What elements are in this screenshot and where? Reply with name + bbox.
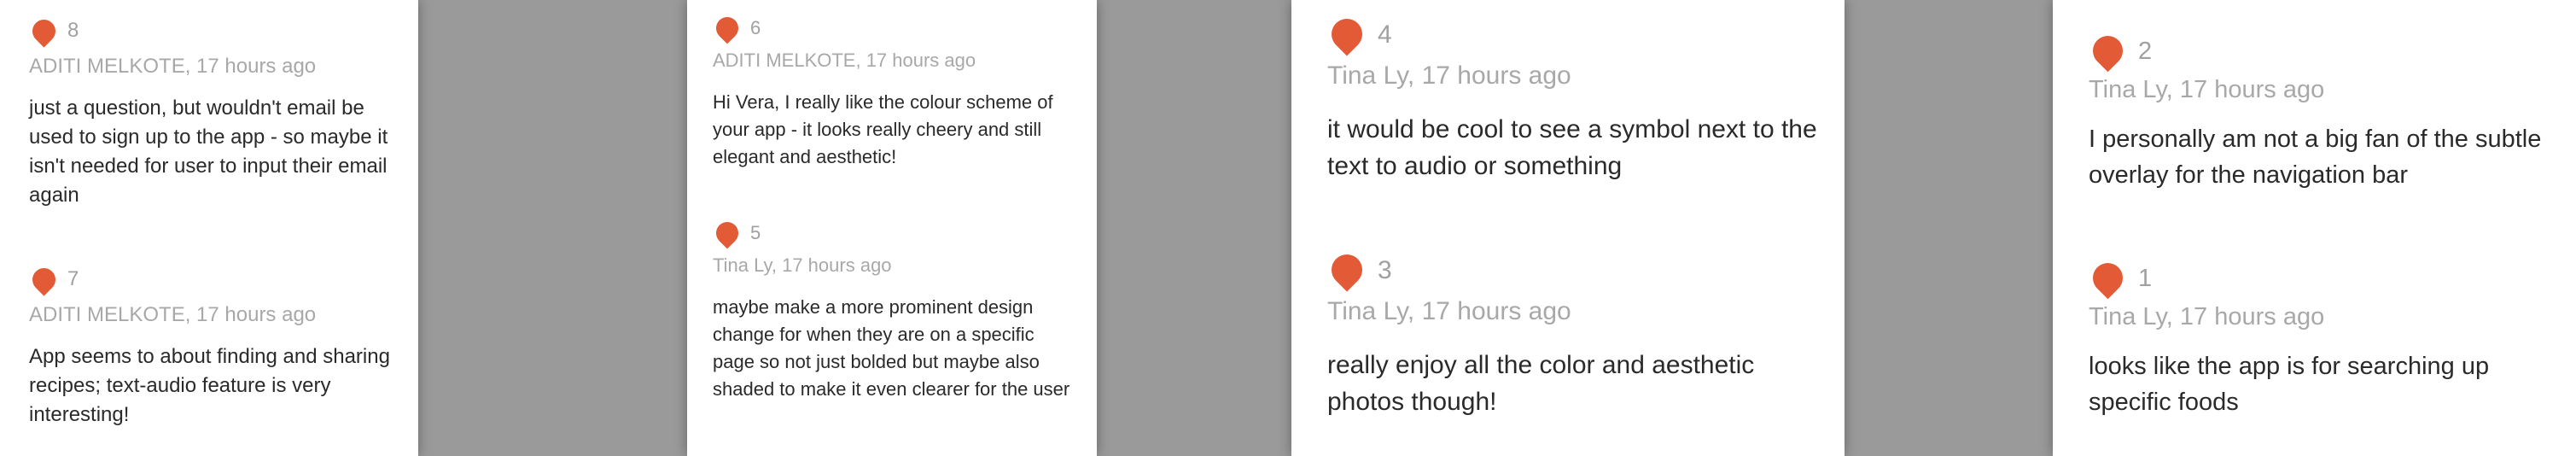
comment-author-time: Tina Ly, 17 hours ago [1327,61,1571,90]
comment-author-time: Tina Ly, 17 hours ago [2089,76,2325,103]
comment-header: 6 [711,12,1080,44]
comment-author-time: Tina Ly, 17 hours ago [2089,303,2325,330]
comment-text: it would be cool to see a symbol next to… [1327,115,1817,180]
comment-panel: 4 Tina Ly, 17 hours ago it would be cool… [1291,0,1845,456]
comment-author-time: ADITI MELKOTE, 17 hours ago [713,50,976,71]
comment-header: 4 [1325,12,1824,56]
map-pin-icon[interactable] [1325,248,1369,292]
comment-item[interactable]: 7 ADITI MELKOTE, 17 hours ago App seems … [0,263,418,430]
comment-text: just a question, but wouldn't email be u… [29,96,388,207]
comment-text: really enjoy all the color and aesthetic… [1327,351,1755,416]
map-pin-icon[interactable] [2086,29,2130,73]
comment-number: 7 [67,267,79,290]
comment-number: 8 [67,19,79,42]
background-gap [1845,0,2053,456]
comment-text: App seems to about finding and sharing r… [29,345,390,426]
comment-header: 2 [2086,29,2556,73]
comment-item[interactable]: 2 Tina Ly, 17 hours ago I personally am … [2053,29,2576,193]
comment-author-time: Tina Ly, 17 hours ago [1327,297,1571,325]
comment-strip: 8 ADITI MELKOTE, 17 hours ago just a que… [0,0,2576,456]
comment-item[interactable]: 4 Tina Ly, 17 hours ago it would be cool… [1291,12,1845,184]
map-pin-icon[interactable] [711,12,743,44]
comment-item[interactable]: 8 ADITI MELKOTE, 17 hours ago just a que… [0,15,418,210]
comment-panel: 6 ADITI MELKOTE, 17 hours ago Hi Vera, I… [687,0,1097,456]
comment-number: 6 [750,17,761,38]
comment-number: 5 [750,222,761,243]
comment-number: 2 [2138,38,2153,65]
background-gap [418,0,687,456]
map-pin-icon[interactable] [2086,256,2130,300]
comment-item[interactable]: 1 Tina Ly, 17 hours ago looks like the a… [2053,256,2576,420]
comment-number: 1 [2138,265,2153,292]
comment-header: 1 [2086,256,2556,300]
comment-header: 3 [1325,248,1824,292]
comment-text: maybe make a more prominent design chang… [713,296,1070,400]
map-pin-icon[interactable] [27,263,61,296]
map-pin-icon[interactable] [27,15,61,48]
comment-author-time: ADITI MELKOTE, 17 hours ago [29,55,317,78]
map-pin-icon[interactable] [711,217,743,249]
comment-text: I personally am not a big fan of the sub… [2089,126,2542,189]
comment-author-time: ADITI MELKOTE, 17 hours ago [29,303,317,326]
map-pin-icon[interactable] [1325,12,1369,56]
comment-panel: 2 Tina Ly, 17 hours ago I personally am … [2053,0,2576,456]
comment-item[interactable]: 3 Tina Ly, 17 hours ago really enjoy all… [1291,248,1845,420]
comment-header: 8 [27,15,401,48]
background-gap [1097,0,1291,456]
comment-header: 7 [27,263,401,296]
comment-panel: 8 ADITI MELKOTE, 17 hours ago just a que… [0,0,418,456]
comment-item[interactable]: 5 Tina Ly, 17 hours ago maybe make a mor… [687,217,1097,403]
comment-number: 3 [1378,256,1392,284]
comment-item[interactable]: 6 ADITI MELKOTE, 17 hours ago Hi Vera, I… [687,12,1097,171]
comment-number: 4 [1378,20,1392,49]
comment-header: 5 [711,217,1080,249]
comment-author-time: Tina Ly, 17 hours ago [713,254,892,276]
comment-text: looks like the app is for searching up s… [2089,353,2490,416]
comment-text: Hi Vera, I really like the colour scheme… [713,91,1053,167]
